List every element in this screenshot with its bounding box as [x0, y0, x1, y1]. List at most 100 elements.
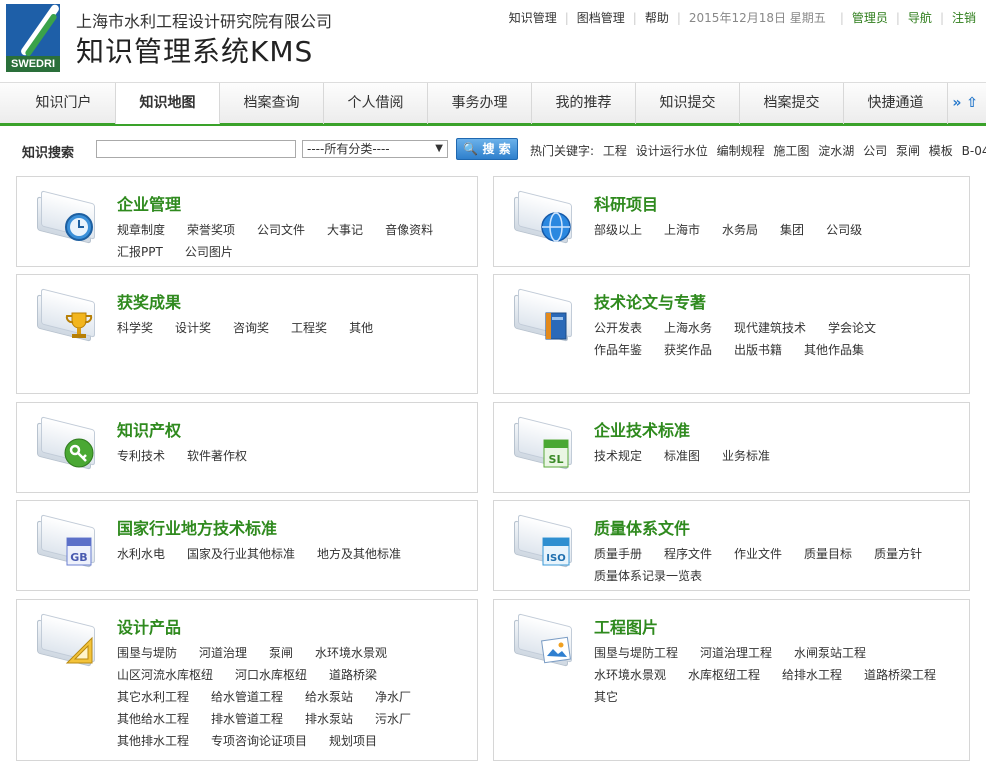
category-link[interactable]: 上海水务 [664, 317, 712, 339]
category-link[interactable]: 荣誉奖项 [187, 219, 235, 241]
category-link[interactable]: 水环境水景观 [315, 642, 387, 664]
hot-keyword[interactable]: 公司 [863, 144, 887, 158]
category-link[interactable]: 净水厂 [375, 686, 411, 708]
hot-keyword[interactable]: 编制规程 [717, 144, 765, 158]
category-link[interactable]: 围垦与堤防 [117, 642, 177, 664]
category-link[interactable]: 公司文件 [257, 219, 305, 241]
category-title[interactable]: 科研项目 [594, 191, 658, 215]
category-link[interactable]: 排水泵站 [305, 708, 353, 730]
category-link[interactable]: 道路桥梁工程 [864, 664, 936, 686]
category-title[interactable]: 获奖成果 [117, 289, 181, 313]
hot-keyword[interactable]: 模板 [929, 144, 953, 158]
category-link[interactable]: 作品年鉴 [594, 339, 642, 361]
current-user[interactable]: 管理员 [852, 9, 888, 26]
search-input[interactable] [96, 140, 296, 158]
category-link[interactable]: 河口水库枢纽 [235, 664, 307, 686]
category-link[interactable]: 科学奖 [117, 317, 153, 339]
logout-link[interactable]: 注销 [952, 9, 976, 26]
hot-keyword[interactable]: 设计运行水位 [636, 144, 708, 158]
category-link[interactable]: 地方及其他标准 [317, 543, 401, 565]
category-title[interactable]: 企业技术标准 [594, 417, 690, 441]
category-link[interactable]: 大事记 [327, 219, 363, 241]
category-link[interactable]: 水环境水景观 [594, 664, 666, 686]
category-title[interactable]: 质量体系文件 [594, 515, 690, 539]
category-link[interactable]: 给水泵站 [305, 686, 353, 708]
category-link[interactable]: 业务标准 [722, 445, 770, 467]
hot-keyword[interactable]: B-04-易 [962, 144, 986, 158]
category-link[interactable]: 质量目标 [804, 543, 852, 565]
category-link[interactable]: 工程奖 [291, 317, 327, 339]
category-link[interactable]: 国家及行业其他标准 [187, 543, 295, 565]
category-link[interactable]: 污水厂 [375, 708, 411, 730]
category-link[interactable]: 规划项目 [329, 730, 377, 752]
category-link[interactable]: 标准图 [664, 445, 700, 467]
category-link[interactable]: 质量手册 [594, 543, 642, 565]
category-link[interactable]: 公司级 [826, 219, 862, 241]
nav-tab-archive-submit[interactable]: 档案提交 [740, 83, 844, 124]
nav-tab-personal-borrow[interactable]: 个人借阅 [324, 83, 428, 124]
category-link[interactable]: 排水管道工程 [211, 708, 283, 730]
hot-keyword[interactable]: 工程 [603, 144, 627, 158]
category-link[interactable]: 软件著作权 [187, 445, 247, 467]
category-link[interactable]: 给排水工程 [782, 664, 842, 686]
category-link[interactable]: 公开发表 [594, 317, 642, 339]
category-link[interactable]: 质量方针 [874, 543, 922, 565]
category-link[interactable]: 咨询奖 [233, 317, 269, 339]
nav-tab-archive-query[interactable]: 档案查询 [220, 83, 324, 124]
category-link[interactable]: 获奖作品 [664, 339, 712, 361]
category-link[interactable]: 其他排水工程 [117, 730, 189, 752]
nav-tab-portal[interactable]: 知识门户 [0, 83, 116, 124]
category-link[interactable]: 质量体系记录一览表 [594, 565, 702, 587]
category-link[interactable]: 水库枢纽工程 [688, 664, 760, 686]
hot-keyword[interactable]: 淀水湖 [818, 144, 854, 158]
category-link[interactable]: 河道治理工程 [700, 642, 772, 664]
category-link[interactable]: 河道治理 [199, 642, 247, 664]
top-link-drawings[interactable]: 图档管理 [577, 9, 625, 26]
category-select[interactable]: ----所有分类---- ▼ [302, 140, 448, 158]
category-link[interactable]: 其他给水工程 [117, 708, 189, 730]
nav-tab-affairs[interactable]: 事务办理 [428, 83, 532, 124]
category-title[interactable]: 工程图片 [594, 614, 658, 638]
category-link[interactable]: 学会论文 [828, 317, 876, 339]
swedri-logo[interactable]: SWEDRI [6, 4, 60, 72]
category-link[interactable]: 其它 [594, 686, 618, 708]
category-link[interactable]: 程序文件 [664, 543, 712, 565]
search-button[interactable]: 🔍 搜 索 [456, 138, 518, 160]
category-link[interactable]: 水务局 [722, 219, 758, 241]
category-title[interactable]: 知识产权 [117, 417, 181, 441]
hot-keyword[interactable]: 施工图 [773, 144, 809, 158]
nav-scroll-icon[interactable]: » ⇧ [952, 95, 978, 111]
category-link[interactable]: 专利技术 [117, 445, 165, 467]
top-link-help[interactable]: 帮助 [645, 9, 669, 26]
category-link[interactable]: 设计奖 [175, 317, 211, 339]
category-link[interactable]: 给水管道工程 [211, 686, 283, 708]
category-link[interactable]: 上海市 [664, 219, 700, 241]
category-link[interactable]: 部级以上 [594, 219, 642, 241]
category-title[interactable]: 技术论文与专著 [594, 289, 706, 313]
top-link-knowledge[interactable]: 知识管理 [509, 9, 557, 26]
category-link[interactable]: 现代建筑技术 [734, 317, 806, 339]
category-link[interactable]: 其他作品集 [804, 339, 864, 361]
category-link[interactable]: 泵闸 [269, 642, 293, 664]
category-link[interactable]: 其他 [349, 317, 373, 339]
category-link[interactable]: 山区河流水库枢纽 [117, 664, 213, 686]
category-link[interactable]: 水闸泵站工程 [794, 642, 866, 664]
category-link[interactable]: 其它水利工程 [117, 686, 189, 708]
category-link[interactable]: 集团 [780, 219, 804, 241]
category-link[interactable]: 水利水电 [117, 543, 165, 565]
category-link[interactable]: 公司图片 [185, 241, 233, 263]
category-title[interactable]: 设计产品 [117, 614, 181, 638]
category-link[interactable]: 专项咨询论证项目 [211, 730, 307, 752]
nav-tab-knowledge-submit[interactable]: 知识提交 [636, 83, 740, 124]
category-link[interactable]: 出版书籍 [734, 339, 782, 361]
category-link[interactable]: 道路桥梁 [329, 664, 377, 686]
category-title[interactable]: 企业管理 [117, 191, 181, 215]
navigation-link[interactable]: 导航 [908, 9, 932, 26]
category-link[interactable]: 围垦与堤防工程 [594, 642, 678, 664]
category-link[interactable]: 音像资料 [385, 219, 433, 241]
category-link[interactable]: 作业文件 [734, 543, 782, 565]
nav-tab-knowledge-map[interactable]: 知识地图 [116, 83, 220, 124]
category-link[interactable]: 规章制度 [117, 219, 165, 241]
category-link[interactable]: 技术规定 [594, 445, 642, 467]
nav-tab-recommend[interactable]: 我的推荐 [532, 83, 636, 124]
